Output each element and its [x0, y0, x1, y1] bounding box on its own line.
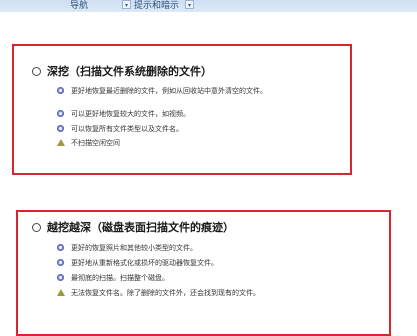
feature-text: 不扫描空闲空间	[71, 138, 120, 147]
scan-options-panel: 深挖（扫描文件系统删除的文件） 更好地恢复最近删除的文件，例如从回收站中意外清空…	[0, 12, 417, 336]
feature-item: 可以更好地恢复较大的文件，如视频。	[57, 108, 267, 119]
check-bullet-icon	[57, 87, 64, 94]
feature-text: 可以恢复所有文件类型以及文件名。	[71, 124, 183, 133]
feature-item: 最彻底的扫描。扫描整个磁盘。	[57, 272, 260, 283]
check-bullet-icon	[57, 244, 64, 251]
tab-tips-label: 提示和暗示	[134, 0, 180, 11]
deep-scan-feature-list: 更好地恢复最近删除的文件，例如从回收站中意外清空的文件。 可以更好地恢复较大的文…	[57, 85, 267, 148]
deeper-scan-feature-list: 更好的恢复照片和其他较小类型的文件。 更好地从重新格式化或损坏的驱动器恢复文件。…	[57, 242, 260, 298]
warning-triangle-icon	[57, 289, 65, 296]
deep-scan-title[interactable]: 深挖（扫描文件系统删除的文件）	[47, 63, 212, 79]
feature-text: 无法恢复文件名。除了删除的文件外，还会找到现有的文件。	[71, 288, 260, 297]
feature-item: 不扫描空闲空间	[57, 137, 267, 148]
tab-navigation[interactable]: 导航 ▾	[70, 0, 132, 11]
feature-item: 更好地从重新格式化或损坏的驱动器恢复文件。	[57, 257, 260, 268]
feature-item: 更好的恢复照片和其他较小类型的文件。	[57, 242, 260, 253]
feature-text: 更好的恢复照片和其他较小类型的文件。	[71, 243, 197, 252]
feature-item: 可以恢复所有文件类型以及文件名。	[57, 123, 267, 134]
feature-item: 更好地恢复最近删除的文件，例如从回收站中意外清空的文件。	[57, 85, 267, 96]
feature-text: 更好地从重新格式化或损坏的驱动器恢复文件。	[71, 258, 218, 267]
option-deep-scan[interactable]: 深挖（扫描文件系统删除的文件） 更好地恢复最近删除的文件，例如从回收站中意外清空…	[32, 63, 267, 148]
check-bullet-icon	[57, 125, 64, 132]
tab-tips[interactable]: 提示和暗示 ▾	[134, 0, 195, 11]
check-bullet-icon	[57, 274, 64, 281]
chevron-down-icon[interactable]: ▾	[122, 0, 132, 9]
deep-scan-radio[interactable]	[32, 66, 41, 76]
tab-navigation-label: 导航	[70, 0, 89, 11]
check-bullet-icon	[57, 110, 64, 117]
feature-text: 可以更好地恢复较大的文件，如视频。	[71, 109, 190, 118]
option-deeper-scan[interactable]: 越挖越深（磁盘表面扫描文件的痕迹） 更好的恢复照片和其他较小类型的文件。 更好地…	[32, 219, 260, 302]
feature-text: 更好地恢复最近删除的文件，例如从回收站中意外清空的文件。	[71, 86, 267, 95]
feature-item: 无法恢复文件名。除了删除的文件外，还会找到现有的文件。	[57, 287, 260, 298]
deeper-scan-title[interactable]: 越挖越深（磁盘表面扫描文件的痕迹）	[47, 219, 234, 235]
chevron-down-icon[interactable]: ▾	[185, 0, 195, 9]
feature-text: 最彻底的扫描。扫描整个磁盘。	[71, 273, 169, 282]
warning-triangle-icon	[57, 139, 65, 146]
check-bullet-icon	[57, 259, 64, 266]
deeper-scan-radio[interactable]	[32, 222, 41, 232]
